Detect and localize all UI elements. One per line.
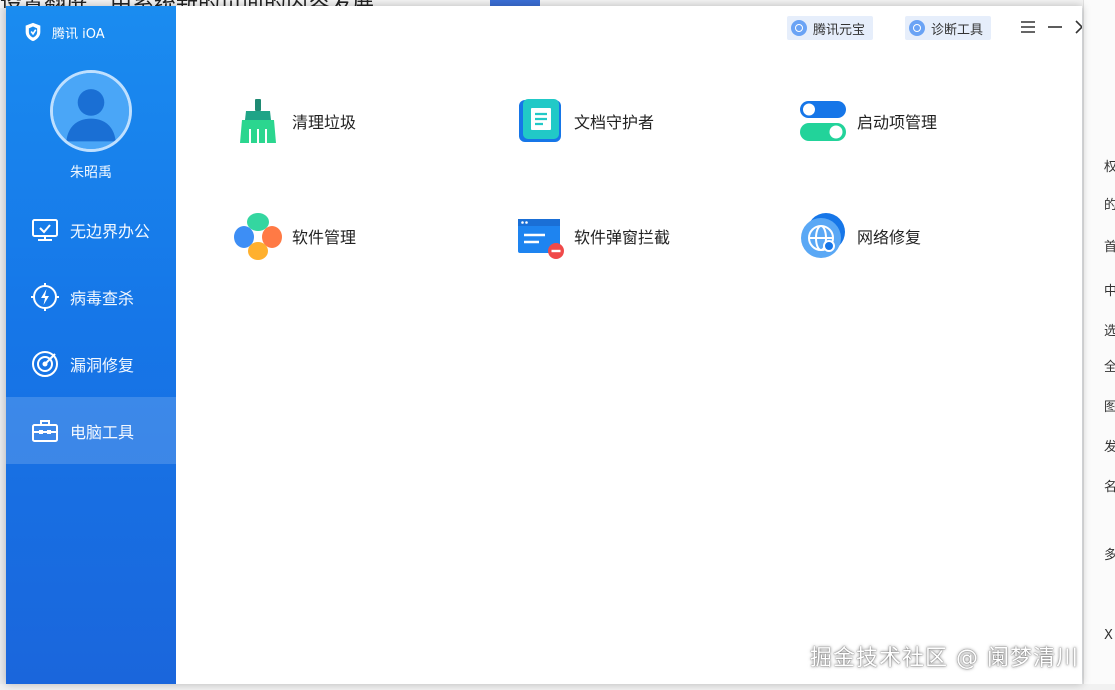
- background-char: X: [1104, 628, 1113, 643]
- tool-clean-junk[interactable]: 清理垃圾: [232, 93, 452, 149]
- sidebar-nav: 无边界办公 病毒查杀 漏洞修复 电脑工具: [6, 196, 176, 464]
- background-taskbar: [0, 684, 1115, 690]
- tool-label: 网络修复: [857, 228, 922, 247]
- yuanbao-label: 腾讯元宝: [813, 22, 866, 38]
- user-avatar-icon: [53, 73, 129, 149]
- minimize-icon[interactable]: [1044, 16, 1066, 38]
- popup-block-icon: [514, 210, 566, 262]
- clover-icon: [232, 210, 284, 262]
- watermark: 掘金技术社区 @ 阑梦清川: [810, 646, 1079, 671]
- sidebar-item-pc-tools[interactable]: 电脑工具: [6, 397, 176, 464]
- diagnose-label: 诊断工具: [931, 22, 984, 38]
- username: 朱昭禹: [70, 165, 112, 181]
- tool-label: 启动项管理: [857, 113, 938, 132]
- tool-popup-blocker[interactable]: 软件弹窗拦截: [514, 208, 734, 264]
- globe-wrench-icon: [797, 210, 849, 262]
- background-char: 中: [1104, 284, 1115, 299]
- tool-label: 软件管理: [292, 228, 357, 247]
- tool-startup-manager[interactable]: 启动项管理: [797, 93, 1017, 149]
- target-icon: [30, 349, 60, 379]
- background-char: 名: [1104, 480, 1115, 495]
- tool-label: 清理垃圾: [292, 113, 357, 132]
- sidebar-item-vulnerability-fix[interactable]: 漏洞修复: [6, 330, 176, 397]
- background-char: 首: [1104, 240, 1115, 255]
- tool-network-repair[interactable]: 网络修复: [797, 208, 1017, 264]
- background-window-right: [1083, 0, 1115, 690]
- app-name: 腾讯 iOA: [52, 26, 105, 42]
- background-char: 权: [1104, 160, 1115, 175]
- tool-label: 文档守护者: [574, 113, 655, 132]
- background-char: 的: [1104, 198, 1115, 213]
- tool-document-guard[interactable]: 文档守护者: [514, 93, 734, 149]
- sidebar-item-label: 无边界办公: [70, 221, 151, 241]
- background-char: 图: [1104, 400, 1115, 415]
- background-char: 全: [1104, 360, 1115, 375]
- sidebar-item-virus-scan[interactable]: 病毒查杀: [6, 263, 176, 330]
- broom-icon: [232, 95, 284, 147]
- close-icon[interactable]: [1071, 16, 1082, 38]
- diagnose-tool-button[interactable]: 诊断工具: [905, 16, 992, 40]
- avatar[interactable]: [50, 70, 132, 152]
- background-char: 多: [1104, 548, 1115, 563]
- toolbox-icon: [30, 416, 60, 446]
- sidebar-item-label: 病毒查杀: [70, 288, 135, 308]
- diagnose-icon: [909, 20, 925, 36]
- menu-icon[interactable]: [1017, 16, 1039, 38]
- tencent-yuanbao-button[interactable]: 腾讯元宝: [787, 16, 874, 40]
- sidebar: 腾讯 iOA 朱昭禹 无边界办公 病毒查杀 漏洞修复 电脑工具: [6, 6, 176, 684]
- brand: 腾讯 iOA: [22, 20, 105, 44]
- header: 腾讯元宝 诊断工具: [176, 6, 1082, 50]
- sidebar-item-label: 电脑工具: [70, 422, 135, 442]
- background-char: 发: [1104, 440, 1115, 455]
- sidebar-item-label: 漏洞修复: [70, 355, 135, 375]
- document-icon: [514, 95, 566, 147]
- background-char: 选: [1104, 324, 1115, 339]
- ioa-window: 腾讯 iOA 朱昭禹 无边界办公 病毒查杀 漏洞修复 电脑工具 腾讯元宝 诊断工…: [6, 6, 1082, 684]
- tool-software-manager[interactable]: 软件管理: [232, 208, 452, 264]
- yuanbao-icon: [791, 20, 807, 36]
- tool-label: 软件弹窗拦截: [574, 228, 671, 247]
- sidebar-item-borderless-office[interactable]: 无边界办公: [6, 196, 176, 263]
- toggle-icon: [797, 95, 849, 147]
- tencent-ioa-logo-icon: [25, 22, 41, 42]
- shield-bolt-icon: [30, 282, 60, 312]
- monitor-check-icon: [30, 215, 60, 245]
